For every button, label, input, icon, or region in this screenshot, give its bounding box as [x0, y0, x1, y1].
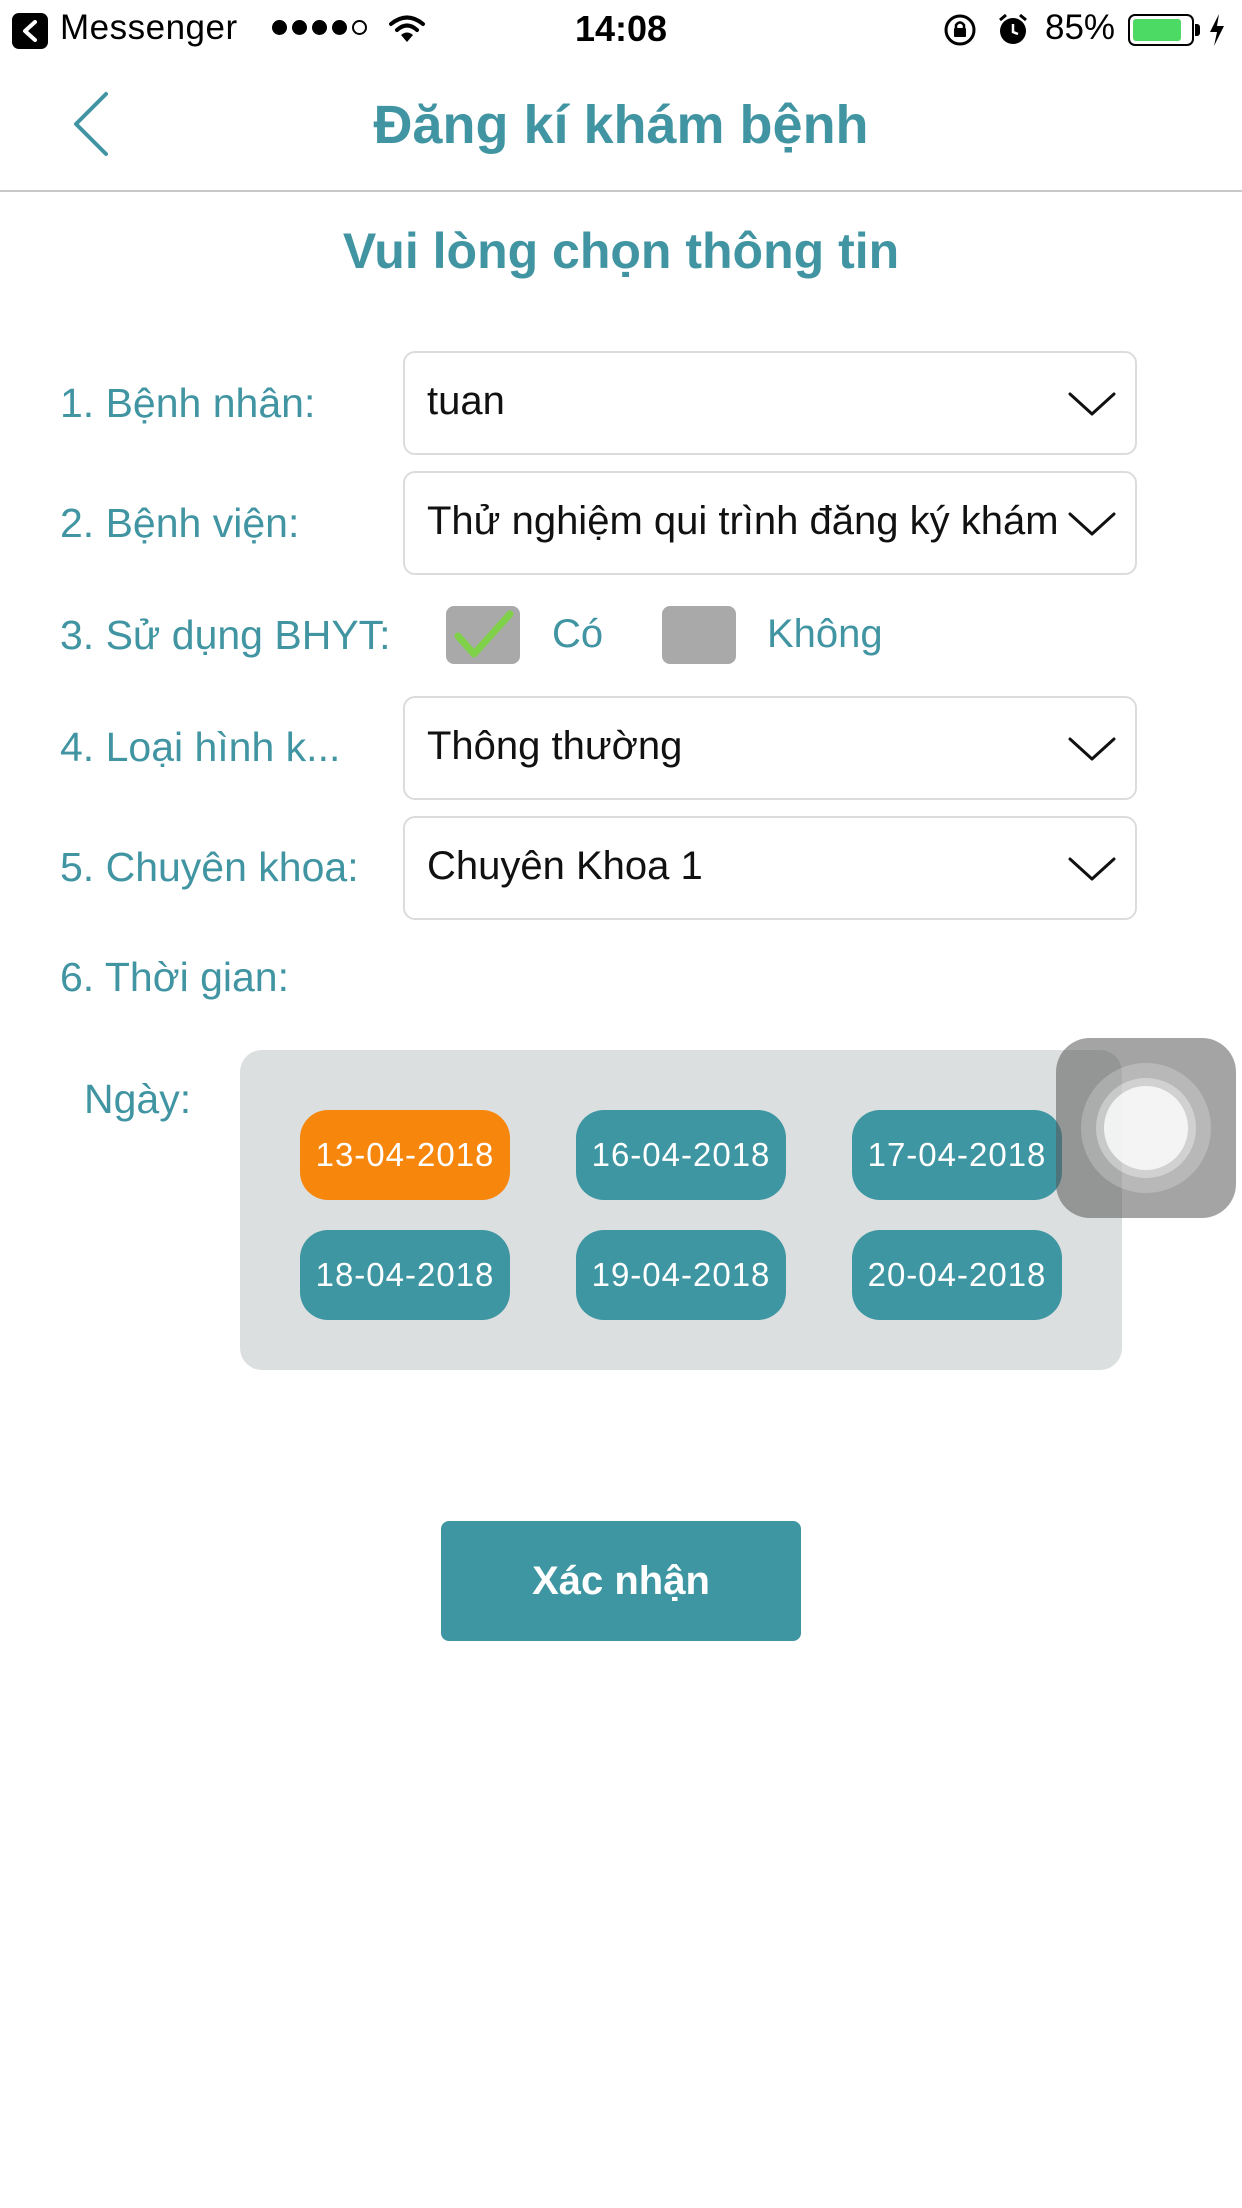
charging-bolt-icon [1210, 14, 1224, 46]
chevron-down-icon [1068, 392, 1116, 416]
insurance-label: 3. Sử dụng BHYT: [60, 612, 391, 658]
hospital-select[interactable]: Thử nghiệm qui trình đăng ký khám [403, 471, 1137, 575]
battery-percentage: 85% [1045, 8, 1116, 47]
date-option[interactable]: 18-04-2018 [300, 1230, 510, 1320]
specialty-select[interactable]: Chuyên Khoa 1 [403, 816, 1137, 920]
hospital-label: 2. Bệnh viện: [60, 500, 300, 546]
chevron-down-icon [1068, 737, 1116, 761]
date-option[interactable]: 16-04-2018 [576, 1110, 786, 1200]
status-bar: Messenger 14:08 85% [0, 0, 1242, 60]
signal-dot [332, 20, 347, 35]
date-option[interactable]: 19-04-2018 [576, 1230, 786, 1320]
form-subtitle: Vui lòng chọn thông tin [342, 223, 900, 279]
navigation-bar: Đăng kí khám bệnh [0, 60, 1242, 192]
battery-level [1133, 19, 1181, 41]
signal-dot [352, 20, 367, 35]
time-label: 6. Thời gian: [60, 954, 289, 1000]
confirm-button[interactable]: Xác nhận [441, 1521, 801, 1641]
date-picker-panel: 13-04-2018 16-04-2018 17-04-2018 18-04-2… [240, 1050, 1122, 1370]
patient-select[interactable]: tuan [403, 351, 1137, 455]
insurance-no-checkbox[interactable] [662, 606, 736, 664]
exam-type-value: Thông thường [427, 724, 683, 768]
exam-type-select[interactable]: Thông thường [403, 696, 1137, 800]
exam-type-label: 4. Loại hình k... [60, 724, 341, 770]
checkmark-icon [454, 610, 514, 658]
chevron-down-icon [1068, 857, 1116, 881]
back-to-app-icon[interactable] [12, 13, 48, 49]
insurance-no-label[interactable]: Không [767, 612, 883, 657]
signal-dot [312, 20, 327, 35]
assistive-touch-button[interactable] [1056, 1038, 1236, 1218]
date-label: Ngày: [84, 1076, 192, 1122]
chevron-down-icon [1068, 512, 1116, 536]
app-screen: Messenger 14:08 85% Đăng kí khám bệnh Vu… [0, 0, 1242, 2208]
signal-strength-icon [272, 20, 367, 35]
date-option[interactable]: 20-04-2018 [852, 1230, 1062, 1320]
signal-dot [292, 20, 307, 35]
rotation-lock-icon [944, 14, 976, 46]
insurance-yes-label[interactable]: Có [552, 612, 603, 657]
signal-dot [272, 20, 287, 35]
specialty-value: Chuyên Khoa 1 [427, 844, 703, 888]
date-option[interactable]: 17-04-2018 [852, 1110, 1062, 1200]
insurance-yes-checkbox[interactable] [446, 606, 520, 664]
wifi-icon [389, 15, 425, 42]
back-app-name[interactable]: Messenger [60, 8, 238, 48]
patient-label: 1. Bệnh nhân: [60, 380, 316, 426]
alarm-icon [999, 13, 1027, 44]
patient-value: tuan [427, 379, 505, 423]
battery-icon [1128, 14, 1200, 46]
date-option[interactable]: 13-04-2018 [300, 1110, 510, 1200]
page-title: Đăng kí khám bệnh [373, 95, 869, 155]
assistive-touch-ring [1104, 1086, 1188, 1170]
hospital-value: Thử nghiệm qui trình đăng ký khám [427, 499, 1059, 543]
specialty-label: 5. Chuyên khoa: [60, 844, 359, 890]
